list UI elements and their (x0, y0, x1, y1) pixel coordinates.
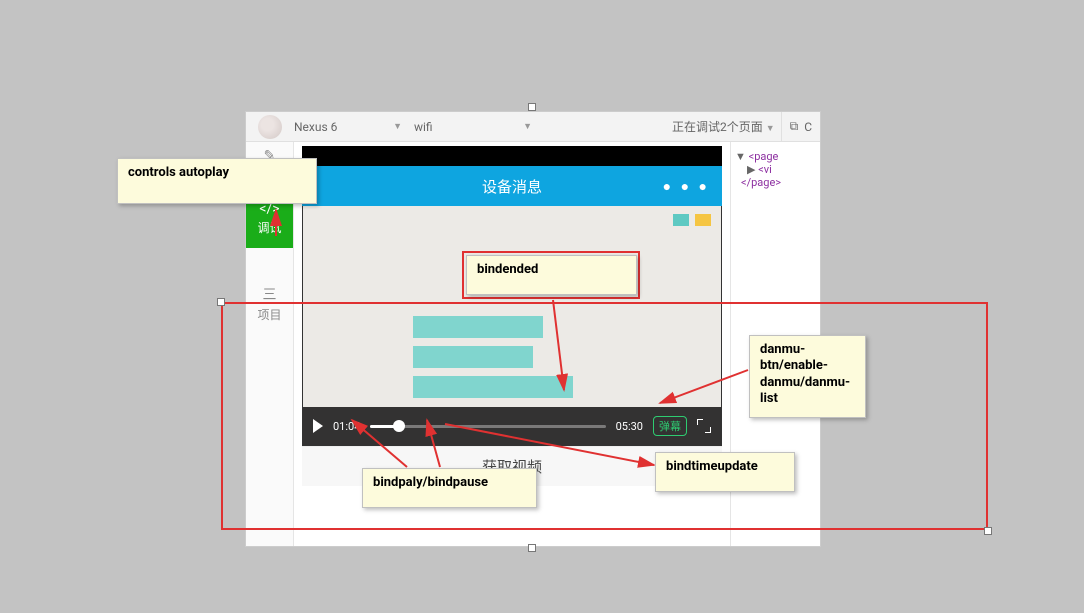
video-banner (413, 346, 533, 368)
video-controls: 01:04 05:30 弹幕 (303, 407, 721, 445)
seek-thumb[interactable] (393, 420, 405, 432)
callout-label: danmu-btn/enable-danmu/danmu-list (760, 342, 850, 406)
callout-bindtime: bindtimeupdate (655, 452, 795, 492)
topbar: Nexus 6 ▼ wifi ▼ 正在调试2个页面 ▼ ⧉ C (246, 112, 820, 142)
dom-line[interactable]: </page> (735, 176, 816, 189)
callout-controls-autoplay: controls autoplay (117, 158, 317, 204)
device-select[interactable]: Nexus 6 ▼ (294, 120, 414, 134)
danmu-button[interactable]: 弹幕 (653, 416, 687, 436)
device-select-label: Nexus 6 (294, 120, 337, 134)
nav-label: 调试 (257, 221, 281, 235)
topbar-right-label[interactable]: C (804, 120, 812, 134)
nav-project[interactable]: 三 项目 (246, 278, 293, 329)
chevron-down-icon: ▼ (766, 124, 775, 134)
menu-icon: 三 (246, 284, 293, 304)
chevron-down-icon: ▼ (393, 121, 402, 132)
resize-handle[interactable] (984, 527, 992, 535)
dom-line[interactable]: ▼ <page (735, 150, 816, 163)
video-banner (413, 376, 573, 398)
callout-bindplay: bindpaly/bindpause (362, 468, 537, 508)
debug-status[interactable]: 正在调试2个页面 ▼ (672, 118, 775, 135)
callout-label: bindended (477, 262, 538, 277)
debug-status-label: 正在调试2个页面 (672, 120, 763, 134)
app-logo (246, 115, 294, 139)
chevron-down-icon: ▼ (523, 121, 532, 132)
network-select[interactable]: wifi ▼ (414, 120, 544, 134)
network-select-label: wifi (414, 120, 433, 134)
time-duration: 05:30 (616, 420, 643, 433)
dom-line[interactable]: ▶ <vi (735, 163, 816, 176)
more-icon[interactable]: ● ● ● (663, 178, 710, 195)
nav-label: 项目 (257, 308, 281, 322)
topbar-right: ⧉ C (781, 112, 820, 141)
video-player[interactable]: 01:04 05:30 弹幕 (302, 206, 722, 446)
seek-track[interactable] (370, 425, 605, 428)
time-current: 01:04 (333, 420, 360, 433)
phone-frame: 设备消息 ● ● ● 01:04 05:30 弹 (302, 146, 722, 486)
callout-label: bindtimeupdate (666, 459, 758, 474)
callout-danmu: danmu-btn/enable-danmu/danmu-list (749, 335, 866, 418)
callout-label: bindpaly/bindpause (373, 475, 488, 490)
open-devtools-icon[interactable]: ⧉ (790, 119, 799, 134)
callout-bindended: bindended (466, 255, 637, 295)
dom-tag: </page> (741, 176, 781, 189)
fullscreen-icon[interactable] (697, 419, 711, 433)
triangle-down-icon[interactable]: ▼ (735, 150, 746, 163)
video-watermark (673, 214, 711, 226)
resize-handle[interactable] (528, 103, 536, 111)
resize-handle[interactable] (217, 298, 225, 306)
page-title: 设备消息 (482, 176, 542, 197)
triangle-right-icon[interactable]: ▶ (747, 163, 755, 176)
phone-titlebar: 设备消息 ● ● ● (302, 166, 722, 206)
video-banner (413, 316, 543, 338)
dom-tag: <page (749, 150, 779, 163)
play-button[interactable] (313, 419, 323, 433)
dom-tag: <vi (758, 163, 772, 176)
callout-label: controls autoplay (128, 165, 229, 180)
resize-handle[interactable] (528, 544, 536, 552)
phone-statusbar (302, 146, 722, 166)
